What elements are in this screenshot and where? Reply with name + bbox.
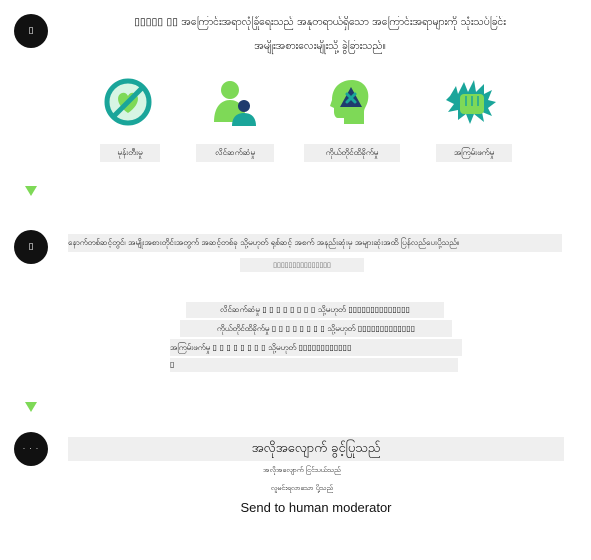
result-auto-reject: အလိုအလျောက် ငြင်းပယ်သည် [263, 466, 341, 474]
self-harm-icon [322, 76, 374, 128]
category-label-sexual: လိင်ဆက်ဆံမှု [196, 144, 274, 162]
violence-icon [444, 76, 496, 128]
result-auto-approve: အလိုအလျောက် ခွင့်ပြုသည် [68, 437, 564, 461]
step-1-marker: ▯ [14, 14, 48, 48]
step-2-marker-text: ▯ [28, 242, 34, 252]
severity-row-violence: အကြမ်းဖက်မှု ▯ ▯ ▯ ▯ ▯ ▯ ▯ ▯ သို့မဟုတ် ▯… [170, 339, 462, 356]
hate-icon [102, 76, 154, 128]
category-label-violence: အကြမ်းဖက်မှု [436, 144, 512, 162]
sexual-icon [208, 76, 260, 128]
step-1-heading-line2: အမျိုးအစားလေးမျိုးသို့ ခွဲခြားသည်။ [254, 40, 386, 52]
step-1-heading-line1: ▯▯▯▯▯ ▯▯ အကြောင်းအရာလုံခြုံရေးသည် အနုတရာ… [134, 16, 506, 28]
step-2-description-line2: ▯▯▯▯▯▯▯▯▯▯▯▯▯▯▯ [240, 258, 364, 272]
step-1-marker-text: ▯ [28, 26, 34, 36]
step-2-description-line1: နောက်တစ်ဆင့်တွင်၊ အမျိုးအစားတိုင်းအတွက် … [68, 234, 562, 252]
step-3-marker: · · · [14, 432, 48, 466]
result-send-to-human-moderator: Send to human moderator [240, 500, 392, 515]
category-label-hate: မုန်းတီးမှု [100, 144, 160, 162]
step-2-marker: ▯ [14, 230, 48, 264]
category-label-self-harm: ကိုယ်တိုင်ထိခိုက်မှု [304, 144, 400, 162]
severity-row-sexual: လိင်ဆက်ဆံမှု ▯ ▯ ▯ ▯ ▯ ▯ ▯ ▯ သို့မဟုတ် ▯… [186, 302, 444, 318]
result-human-review-mm: လူမင်းရလာသော ပို့သည် [270, 484, 334, 492]
step-3-marker-text: · · · [22, 445, 40, 453]
severity-row-extra: ▯ [170, 358, 458, 372]
severity-row-self-harm: ကိုယ်တိုင်ထိခိုက်မှု ▯ ▯ ▯ ▯ ▯ ▯ ▯ ▯ သို… [180, 320, 452, 337]
